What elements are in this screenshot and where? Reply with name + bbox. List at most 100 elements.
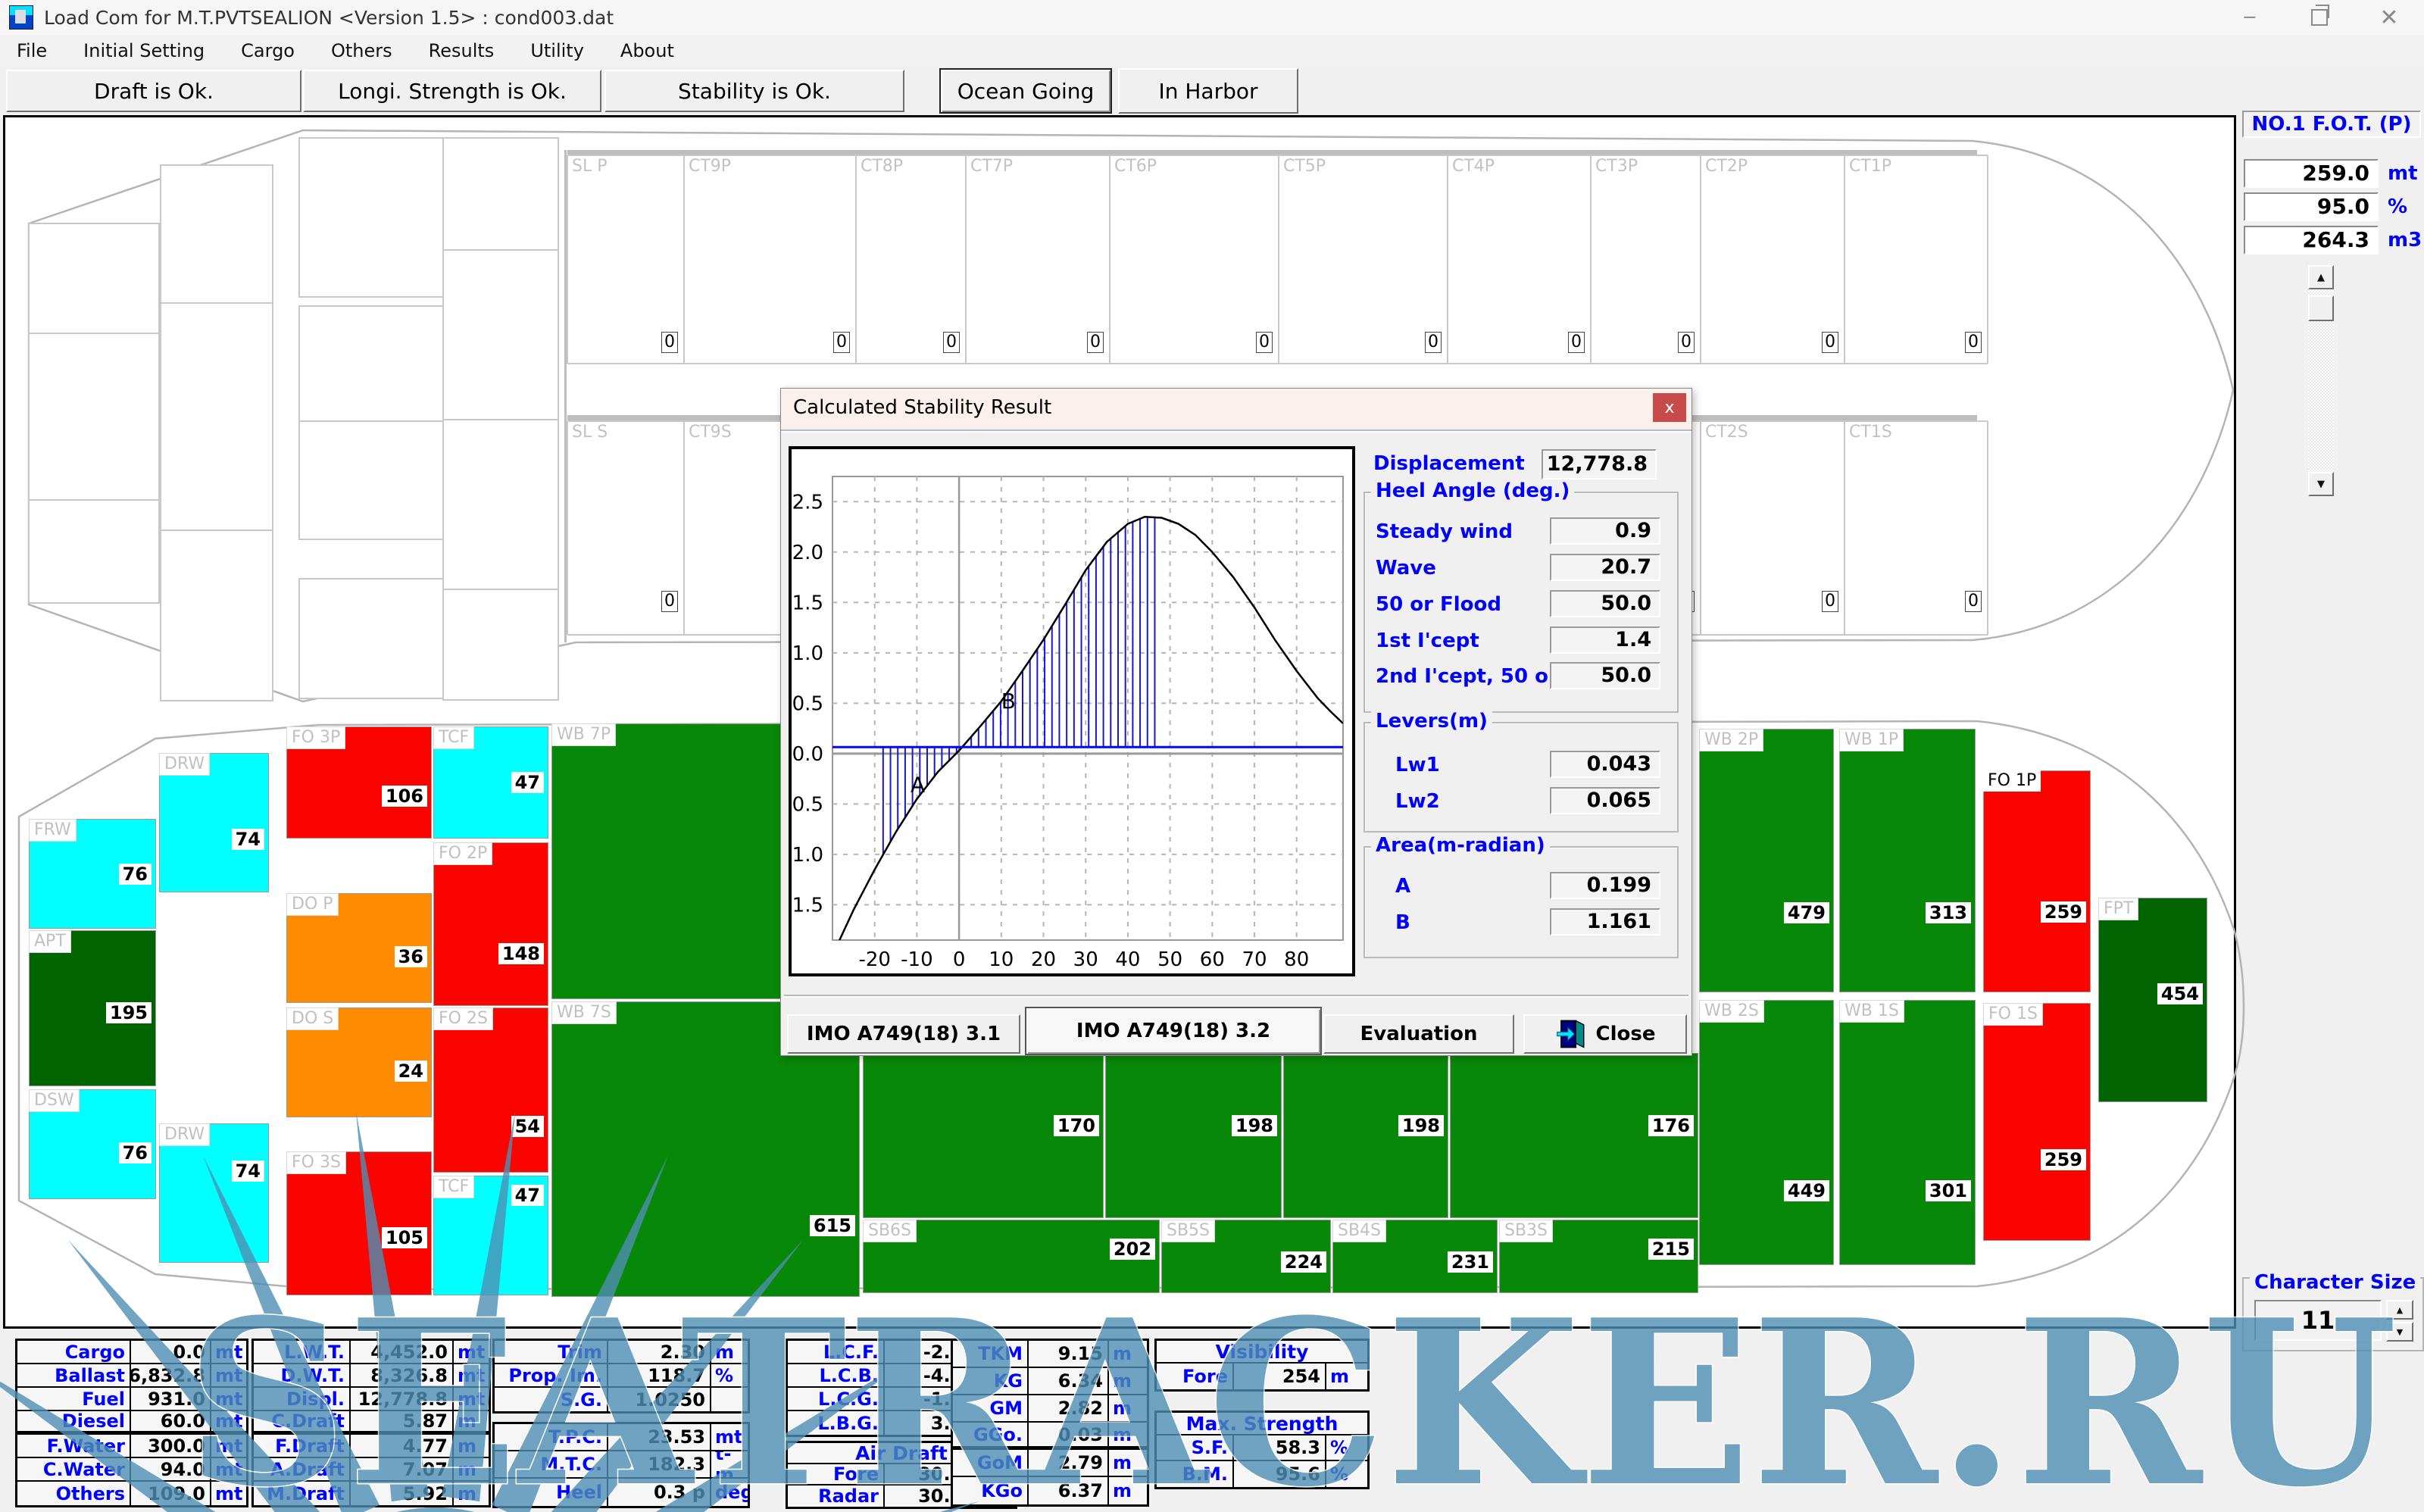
field-value-1st-i-cept: 1.4 bbox=[1550, 626, 1660, 654]
dialog-close-icon[interactable]: x bbox=[1653, 393, 1686, 422]
tank-quantity-field-[interactable]: 95.0 bbox=[2244, 192, 2379, 221]
tank-weight-value: 105 bbox=[382, 1227, 427, 1248]
scrollbar-thumb[interactable] bbox=[2308, 295, 2334, 321]
tank-weight-value: 454 bbox=[2157, 983, 2203, 1004]
menu-item-about[interactable]: About bbox=[620, 40, 694, 61]
table-row: Diesel60.0mt bbox=[17, 1411, 246, 1435]
tank-wb-2s[interactable]: WB 2S449 bbox=[1699, 1000, 1834, 1265]
row-unit: m bbox=[454, 1411, 489, 1431]
tank-drw[interactable]: DRW74 bbox=[159, 753, 269, 892]
cargo-cell-label-ct3p: CT3P bbox=[1592, 157, 1641, 176]
restore-icon[interactable] bbox=[2285, 0, 2354, 35]
row-label: Prop. Im. bbox=[495, 1364, 608, 1386]
minimize-icon[interactable]: ─ bbox=[2215, 0, 2285, 35]
menu-item-cargo[interactable]: Cargo bbox=[241, 40, 314, 61]
tank-sb4s[interactable]: SB4S231 bbox=[1332, 1220, 1498, 1293]
close-icon[interactable]: ✕ bbox=[2354, 0, 2424, 35]
tank-tcf[interactable]: TCF47 bbox=[433, 1176, 548, 1295]
tank-unnamed-17[interactable]: 198 bbox=[1283, 1053, 1448, 1218]
dialog-button-imo-a749-18-3-2[interactable]: IMO A749(18) 3.2 bbox=[1025, 1007, 1322, 1055]
tank-frw[interactable]: FRW76 bbox=[29, 819, 156, 929]
row-label: S.G. bbox=[495, 1388, 608, 1411]
tank-name-label: WB 2S bbox=[1699, 1000, 1764, 1023]
tank-fo-2s[interactable]: FO 2S54 bbox=[433, 1007, 548, 1173]
group-title: Levers(m) bbox=[1371, 710, 1492, 733]
tank-tcf[interactable]: TCF47 bbox=[433, 726, 548, 839]
menu-item-utility[interactable]: Utility bbox=[530, 40, 604, 61]
tank-weight-value: 24 bbox=[395, 1061, 427, 1082]
row-label: B.M. bbox=[1157, 1461, 1234, 1487]
character-size-down-icon[interactable]: ▼ bbox=[2386, 1322, 2413, 1342]
tank-do-s[interactable]: DO S24 bbox=[286, 1007, 432, 1117]
row-label: L.C.G. bbox=[788, 1388, 885, 1410]
dialog-button-close[interactable]: Close bbox=[1523, 1014, 1687, 1054]
svg-text:1.5: 1.5 bbox=[792, 592, 823, 614]
tank-fo-1p[interactable]: FO 1P259 bbox=[1983, 770, 2091, 992]
cargo-cell-value-ct3p: 0 bbox=[1678, 332, 1695, 353]
table-row: L.W.T.4,452.0mt bbox=[254, 1341, 489, 1364]
cargo-cell-label-ct9s: CT9S bbox=[686, 423, 735, 442]
dialog-button-imo-a749-18-3-1[interactable]: IMO A749(18) 3.1 bbox=[787, 1014, 1020, 1054]
cargo-cell-value-ct7p: 0 bbox=[1087, 332, 1104, 353]
data-table-1: L.W.T.4,452.0mtD.W.T.8,326.8mtDispl.12,7… bbox=[251, 1339, 491, 1507]
row-value: 5.92 bbox=[351, 1482, 454, 1505]
row-unit: mt bbox=[454, 1364, 489, 1386]
menu-item-results[interactable]: Results bbox=[429, 40, 514, 61]
tank-wb-1p[interactable]: WB 1P313 bbox=[1839, 729, 1976, 992]
tank-unnamed-16[interactable]: 198 bbox=[1105, 1053, 1282, 1218]
field-label-b: B bbox=[1395, 911, 1410, 934]
tank-unnamed-15[interactable]: 170 bbox=[863, 1053, 1104, 1218]
row-unit: % bbox=[1326, 1461, 1367, 1487]
tank-name-label: WB 7S bbox=[551, 1001, 617, 1024]
scroll-up-icon[interactable]: ▲ bbox=[2308, 265, 2334, 289]
row-value: 1.0250 bbox=[608, 1388, 711, 1411]
dialog-title-bar[interactable]: Calculated Stability Result bbox=[781, 389, 1691, 426]
mode-button-ocean-going[interactable]: Ocean Going bbox=[939, 68, 1112, 114]
menu-item-others[interactable]: Others bbox=[331, 40, 412, 61]
tank-quantity-field-mt[interactable]: 259.0 bbox=[2244, 159, 2379, 188]
svg-text:0.5: 0.5 bbox=[792, 692, 823, 715]
tank-unnamed-18[interactable]: 176 bbox=[1450, 1053, 1698, 1218]
mode-button-in-harbor[interactable]: In Harbor bbox=[1118, 68, 1298, 114]
menu-item-file[interactable]: File bbox=[17, 40, 67, 61]
scroll-down-icon[interactable]: ▼ bbox=[2308, 472, 2334, 496]
tank-fo-3s[interactable]: FO 3S105 bbox=[286, 1151, 432, 1295]
tank-quantity-field-m3[interactable]: 264.3 bbox=[2244, 226, 2379, 255]
character-size-field[interactable]: 11 bbox=[2254, 1300, 2382, 1341]
table-row: Ballast6,832.8mt bbox=[17, 1364, 246, 1388]
stability-result-dialog: Calculated Stability Result x -20-100102… bbox=[780, 388, 1692, 1056]
data-table-8: Max. StrengthS.F.58.3%B.M.95.6% bbox=[1154, 1410, 1370, 1489]
tank-wb-1s[interactable]: WB 1S301 bbox=[1839, 1000, 1976, 1265]
tank-name-label: DRW bbox=[159, 753, 210, 776]
tank-name-label: DO P bbox=[286, 893, 339, 916]
field-value-wave: 20.7 bbox=[1550, 554, 1660, 581]
row-unit: m bbox=[1109, 1423, 1147, 1446]
data-table-0: Cargo0.0mtBallast6,832.8mtFuel931.0mtDie… bbox=[15, 1339, 248, 1507]
tank-apt[interactable]: APT195 bbox=[29, 930, 156, 1086]
character-size-up-icon[interactable]: ▲ bbox=[2386, 1300, 2413, 1320]
tank-do-p[interactable]: DO P36 bbox=[286, 893, 432, 1003]
row-value: 6.34 bbox=[1029, 1368, 1109, 1394]
tank-dsw[interactable]: DSW76 bbox=[29, 1089, 156, 1199]
tank-sb3s[interactable]: SB3S215 bbox=[1499, 1220, 1698, 1293]
row-label: F.Draft bbox=[254, 1435, 351, 1457]
row-label: Displ. bbox=[254, 1388, 351, 1410]
tank-fo-1s[interactable]: FO 1S259 bbox=[1983, 1003, 2091, 1241]
tank-sb5s[interactable]: SB5S224 bbox=[1161, 1220, 1331, 1293]
table-row: M.Draft5.92m bbox=[254, 1482, 489, 1505]
tank-fo-3p[interactable]: FO 3P106 bbox=[286, 726, 432, 839]
dialog-button-evaluation[interactable]: Evaluation bbox=[1323, 1014, 1514, 1054]
table-row: C.Draft5.87m bbox=[254, 1411, 489, 1435]
tank-sb6s[interactable]: SB6S202 bbox=[863, 1220, 1160, 1293]
tank-wb-2p[interactable]: WB 2P479 bbox=[1699, 729, 1834, 992]
cargo-cell-value-sl-s: 0 bbox=[661, 591, 678, 612]
status-panel-stability-is-ok: Stability is Ok. bbox=[604, 70, 904, 112]
dialog-title: Calculated Stability Result bbox=[793, 396, 1051, 419]
tank-drw[interactable]: DRW74 bbox=[159, 1123, 269, 1263]
status-panel-draft-is-ok: Draft is Ok. bbox=[6, 70, 301, 112]
tank-fo-2p[interactable]: FO 2P148 bbox=[433, 842, 548, 1006]
menu-item-initial-setting[interactable]: Initial Setting bbox=[83, 40, 224, 61]
tank-fpt[interactable]: FPT454 bbox=[2098, 898, 2207, 1102]
tank-weight-value: 202 bbox=[1110, 1239, 1155, 1260]
row-unit: mt bbox=[211, 1341, 246, 1363]
